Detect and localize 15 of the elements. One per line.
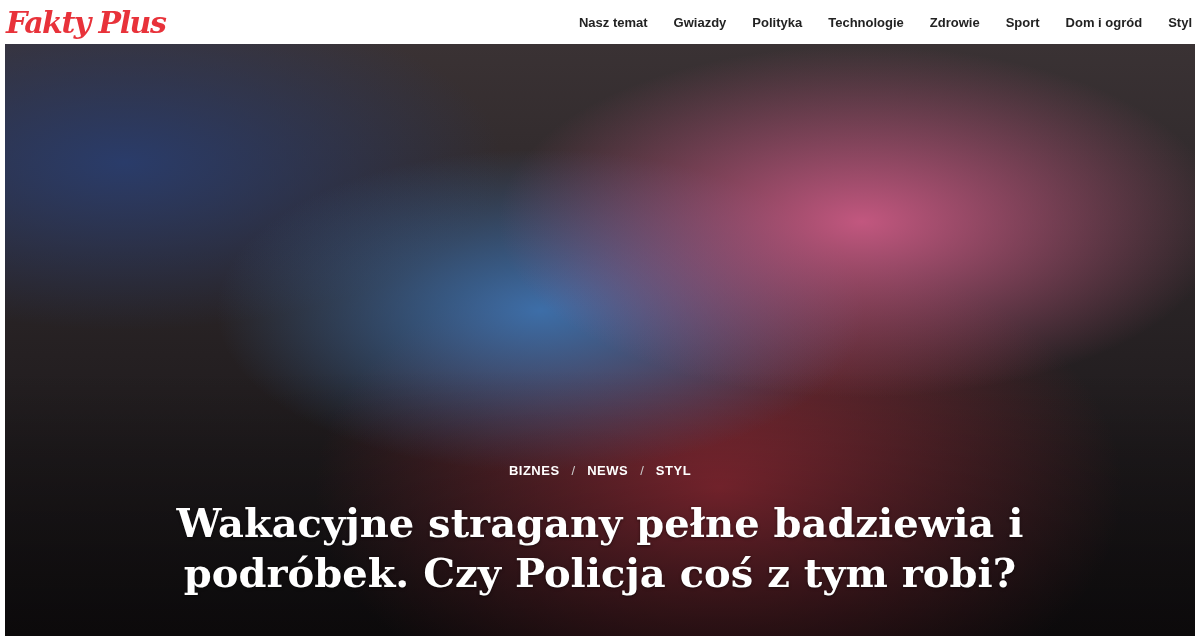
separator: /	[571, 463, 576, 478]
category-link[interactable]: STYL	[655, 463, 692, 478]
article-headline[interactable]: Wakacyjne stragany pełne badziewia i podróbek. Czy Policja coś z tym robi?	[160, 498, 1040, 598]
nav-link[interactable]: Sport	[1005, 14, 1040, 30]
nav-link[interactable]: Dom i ogród	[1065, 14, 1143, 30]
nav-link[interactable]: Zdrowie	[929, 14, 980, 30]
nav-link[interactable]: Nasz temat	[578, 14, 648, 30]
category-link[interactable]: BIZNES	[508, 463, 560, 478]
site-logo[interactable]: Fakty Plus	[6, 4, 166, 40]
nav-link[interactable]: Styl	[1168, 14, 1192, 30]
category-link[interactable]: NEWS	[587, 463, 629, 478]
nav-link[interactable]: Polityka	[752, 14, 803, 30]
nav-link[interactable]: Technologie	[828, 14, 904, 30]
separator: /	[640, 463, 644, 478]
nav-link[interactable]: Gwiazdy	[673, 14, 727, 30]
